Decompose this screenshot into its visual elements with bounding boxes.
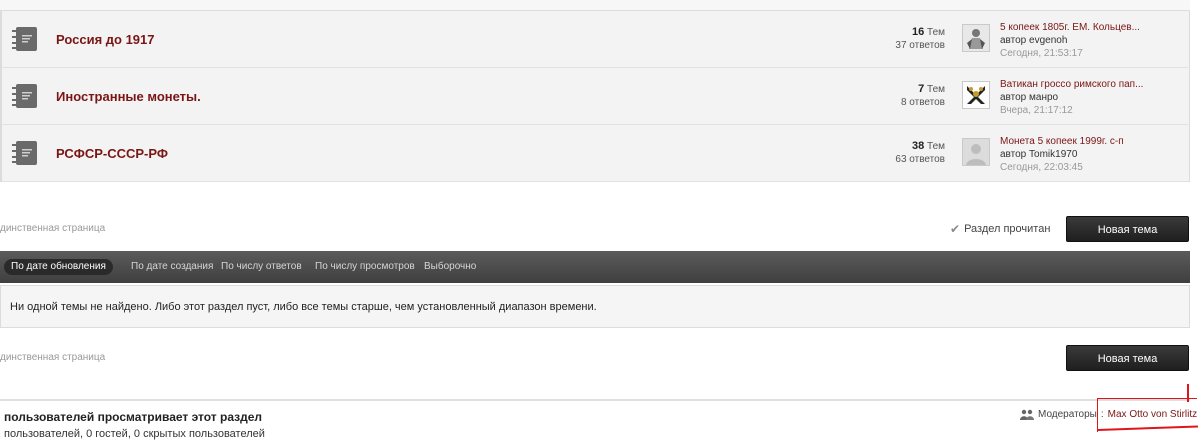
default-avatar-icon (963, 139, 989, 165)
last-post-info: Монета 5 копеек 1999г. с-п автор Tomik19… (1000, 135, 1124, 174)
tab-sort-views[interactable]: По числу просмотров (315, 259, 415, 275)
last-poster-avatar[interactable] (962, 138, 990, 166)
tab-sort-custom[interactable]: Выборочно (424, 259, 476, 275)
replies-count: 37 ответов (895, 40, 945, 51)
last-post-title-link[interactable]: 5 копеек 1805г. ЕМ. Кольцев... (1000, 21, 1140, 34)
tab-sort-updated[interactable]: По дате обновления (4, 259, 113, 275)
viewers-heading: пользователей просматривает этот раздел (4, 410, 263, 424)
topics-count: 16 (911, 26, 925, 38)
replies-count: 63 ответов (895, 154, 945, 165)
forum-stats: 7 Тем 8 ответов (901, 83, 945, 109)
last-post-author[interactable]: автор манро (1000, 91, 1143, 104)
last-post-title-link[interactable]: Монета 5 копеек 1999г. с-п (1000, 135, 1124, 148)
last-poster-avatar[interactable] (962, 81, 990, 109)
new-topic-button[interactable]: Новая тема (1066, 216, 1189, 242)
divider (0, 399, 1190, 401)
new-topic-button[interactable]: Новая тема (1066, 345, 1189, 371)
last-post-time: Сегодня, 21:53:17 (1000, 48, 1083, 59)
tab-sort-replies[interactable]: По числу ответов (221, 259, 302, 275)
last-post-time: Вчера, 21:17:12 (1000, 105, 1073, 116)
tab-sort-created[interactable]: По дате создания (131, 259, 213, 275)
last-poster-avatar[interactable] (962, 24, 990, 52)
topics-label: Тем (927, 27, 945, 38)
forum-row: Россия до 1917 16 Тем 37 ответов 5 копее… (0, 11, 1188, 68)
mark-read-link[interactable]: ✔ Раздел прочитан (950, 222, 1050, 236)
forum-row: Иностранные монеты. 7 Тем 8 ответов Вати… (0, 68, 1188, 125)
empty-topics-box: Ни одной темы не найдено. Либо этот разд… (0, 285, 1190, 328)
forum-stats: 38 Тем 63 ответов (895, 140, 945, 166)
forum-read-icon (12, 141, 37, 165)
sort-tabs-bar: По дате обновления По дате создания По ч… (0, 251, 1190, 283)
forum-title-link[interactable]: РСФСР-СССР-РФ (56, 146, 168, 161)
avatar-image-icon (963, 25, 989, 51)
row-edge (0, 11, 2, 68)
forum-stats: 16 Тем 37 ответов (895, 26, 945, 52)
forum-row: РСФСР-СССР-РФ 38 Тем 63 ответов Монета 5… (0, 125, 1188, 182)
topics-label: Тем (927, 141, 945, 152)
last-post-title-link[interactable]: Ватикан гроссо римского пап... (1000, 78, 1143, 91)
forum-read-icon (12, 27, 37, 51)
mark-read-label: Раздел прочитан (964, 223, 1051, 235)
viewers-summary: пользователей, 0 гостей, 0 скрытых польз… (4, 428, 265, 440)
avatar-image-icon (963, 82, 989, 108)
replies-count: 8 ответов (900, 97, 945, 108)
forum-list: Россия до 1917 16 Тем 37 ответов 5 копее… (0, 0, 1190, 182)
topics-label: Тем (927, 84, 945, 95)
last-post-time: Сегодня, 22:03:45 (1000, 162, 1083, 173)
last-post-info: 5 копеек 1805г. ЕМ. Кольцев... автор evg… (1000, 21, 1140, 60)
forum-read-icon (12, 84, 37, 108)
forum-list-top-border (0, 0, 1190, 11)
topics-count: 38 (911, 140, 925, 152)
topics-count: 7 (918, 83, 925, 95)
row-edge (0, 125, 2, 182)
users-group-icon (1020, 409, 1034, 420)
row-edge (0, 68, 2, 125)
forum-title-link[interactable]: Иностранные монеты. (56, 89, 201, 104)
empty-topics-message: Ни одной темы не найдено. Либо этот разд… (10, 301, 597, 313)
last-post-info: Ватикан гроссо римского пап... автор ман… (1000, 78, 1143, 117)
moderators-label: Модераторы (1038, 409, 1097, 420)
pagination-single-page: динственная страница (0, 223, 106, 234)
last-post-author[interactable]: автор evgenoh (1000, 34, 1140, 47)
forum-title-link[interactable]: Россия до 1917 (56, 32, 155, 47)
pagination-single-page: динственная страница (0, 352, 106, 363)
annotation-stroke (1187, 384, 1189, 402)
checkmark-icon: ✔ (950, 222, 961, 236)
last-post-author[interactable]: автор Tomik1970 (1000, 148, 1124, 161)
